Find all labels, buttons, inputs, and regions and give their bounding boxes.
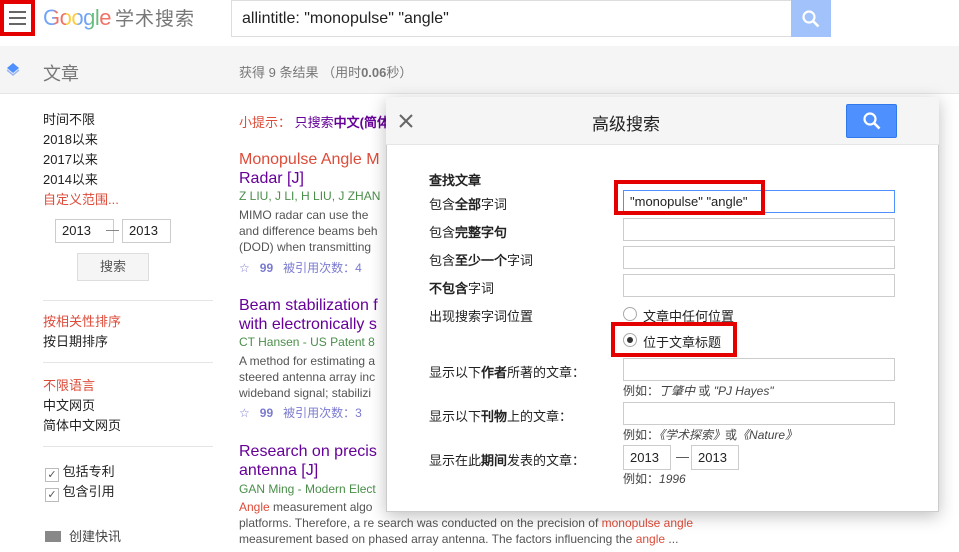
lang-simplified[interactable]: 简体中文网页: [43, 416, 121, 436]
quote-icon[interactable]: 99: [260, 261, 273, 275]
without-words-input[interactable]: [623, 274, 895, 297]
logo[interactable]: Google 学术搜索: [43, 4, 195, 31]
search-button[interactable]: [791, 0, 831, 37]
close-icon[interactable]: [397, 112, 415, 130]
highlight-box: [614, 180, 765, 215]
find-articles-heading: 查找文章: [429, 173, 482, 188]
exact-phrase-label: 包含完整字句: [429, 225, 508, 240]
result-snippet: measurement based on phased array antenn…: [239, 532, 679, 546]
results-count: 获得 9 条结果 （用时0.06秒）: [239, 65, 413, 80]
divider: [43, 362, 213, 363]
articles-label[interactable]: 文章: [43, 60, 79, 86]
date-dash: —: [676, 449, 689, 464]
result-title-line2[interactable]: Radar [J]: [239, 169, 304, 188]
quote-icon[interactable]: 99: [260, 406, 273, 420]
dialog-title: 高级搜索: [592, 115, 660, 134]
result-title-line2[interactable]: with electronically s: [239, 315, 377, 334]
date-to-input[interactable]: 2013: [691, 445, 739, 470]
result-snippet: platforms. Therefore, a re search was co…: [239, 516, 694, 530]
result-title[interactable]: Monopulse Angle M: [239, 150, 380, 169]
search-icon: [802, 9, 820, 27]
filter-since-2017[interactable]: 2017以来: [43, 150, 98, 170]
publication-label: 显示以下刊物上的文章：: [429, 409, 573, 424]
nav-bar: [0, 46, 959, 94]
menu-icon: [9, 11, 26, 13]
without-words-label: 不包含字词: [429, 281, 495, 296]
year-dash: —: [106, 222, 119, 237]
tip-line: 小提示： 只搜索中文(简体: [239, 115, 390, 130]
result-title[interactable]: Beam stabilization f: [239, 296, 378, 315]
sort-relevance[interactable]: 按相关性排序: [43, 312, 121, 332]
search-input[interactable]: allintitle: "monopulse" "angle": [231, 0, 791, 37]
author-input[interactable]: [623, 358, 895, 381]
publication-hint: 例如：《学术探索》或《Nature》: [623, 428, 798, 442]
result-meta: Z LIU, J LI, H LIU, J ZHAN: [239, 189, 381, 203]
filter-since-2018[interactable]: 2018以来: [43, 130, 98, 150]
year-search-button[interactable]: 搜索: [77, 253, 149, 281]
filter-custom-range[interactable]: 自定义范围...: [43, 190, 119, 210]
result-meta: CT Hansen - US Patent 8: [239, 335, 375, 349]
result-actions: ☆ 99 被引用次数：4: [239, 259, 362, 276]
advanced-search-button[interactable]: [846, 104, 897, 138]
checkmark-icon: ✓: [45, 468, 59, 482]
star-icon[interactable]: ☆: [239, 261, 250, 275]
include-patents-checkbox[interactable]: ✓ 包括专利: [45, 462, 115, 482]
result-actions: ☆ 99 被引用次数：3: [239, 404, 362, 421]
result-snippet: (DOD) when transmitting: [239, 240, 372, 254]
search-icon: [862, 112, 880, 130]
layers-icon[interactable]: [6, 62, 20, 76]
include-citations-checkbox[interactable]: ✓ 包含引用: [45, 482, 115, 502]
menu-button[interactable]: [0, 0, 35, 36]
date-hint: 例如：1996: [623, 472, 686, 486]
lang-any[interactable]: 不限语言: [43, 376, 95, 396]
divider: [43, 446, 213, 447]
checkmark-icon: ✓: [45, 488, 59, 502]
at-least-one-input[interactable]: [623, 246, 895, 269]
where-words-label: 出现搜索字词位置: [429, 309, 534, 324]
result-snippet: A method for estimating a: [239, 354, 376, 368]
sort-date[interactable]: 按日期排序: [43, 332, 108, 352]
date-from-input[interactable]: 2013: [623, 445, 671, 470]
result-meta: GAN Ming - Modern Elect: [239, 482, 376, 496]
result-snippet: wideband signal; stabilizi: [239, 386, 372, 400]
author-label: 显示以下作者所著的文章：: [429, 365, 586, 380]
at-least-one-label: 包含至少一个字词: [429, 253, 534, 268]
cited-by-link[interactable]: 被引用次数：3: [283, 406, 362, 420]
exact-phrase-input[interactable]: [623, 218, 895, 241]
result-title[interactable]: Research on precis: [239, 442, 377, 461]
date-range-label: 显示在此期间发表的文章：: [429, 453, 586, 468]
result-title-line2[interactable]: antenna [J]: [239, 461, 318, 480]
result-snippet: MIMO radar can use the: [239, 208, 369, 222]
publication-input[interactable]: [623, 402, 895, 425]
cited-by-link[interactable]: 被引用次数：4: [283, 261, 362, 275]
radio-anywhere[interactable]: [623, 307, 637, 321]
filter-time-any[interactable]: 时间不限: [43, 110, 95, 130]
star-icon[interactable]: ☆: [239, 406, 250, 420]
highlight-box: [611, 322, 737, 357]
create-alert[interactable]: 创建快讯: [45, 527, 121, 547]
author-hint: 例如：丁肇中 或 "PJ Hayes": [623, 384, 774, 398]
year-to-input[interactable]: 2013: [122, 219, 171, 243]
result-snippet: steered antenna array inc: [239, 370, 376, 384]
filter-since-2014[interactable]: 2014以来: [43, 170, 98, 190]
divider: [43, 300, 213, 301]
lang-cn-web[interactable]: 中文网页: [43, 396, 95, 416]
all-words-label: 包含全部字词: [429, 197, 508, 212]
envelope-icon: [45, 531, 61, 542]
result-snippet: Angle measurement algo: [239, 500, 373, 514]
result-snippet: and difference beams beh: [239, 224, 378, 238]
